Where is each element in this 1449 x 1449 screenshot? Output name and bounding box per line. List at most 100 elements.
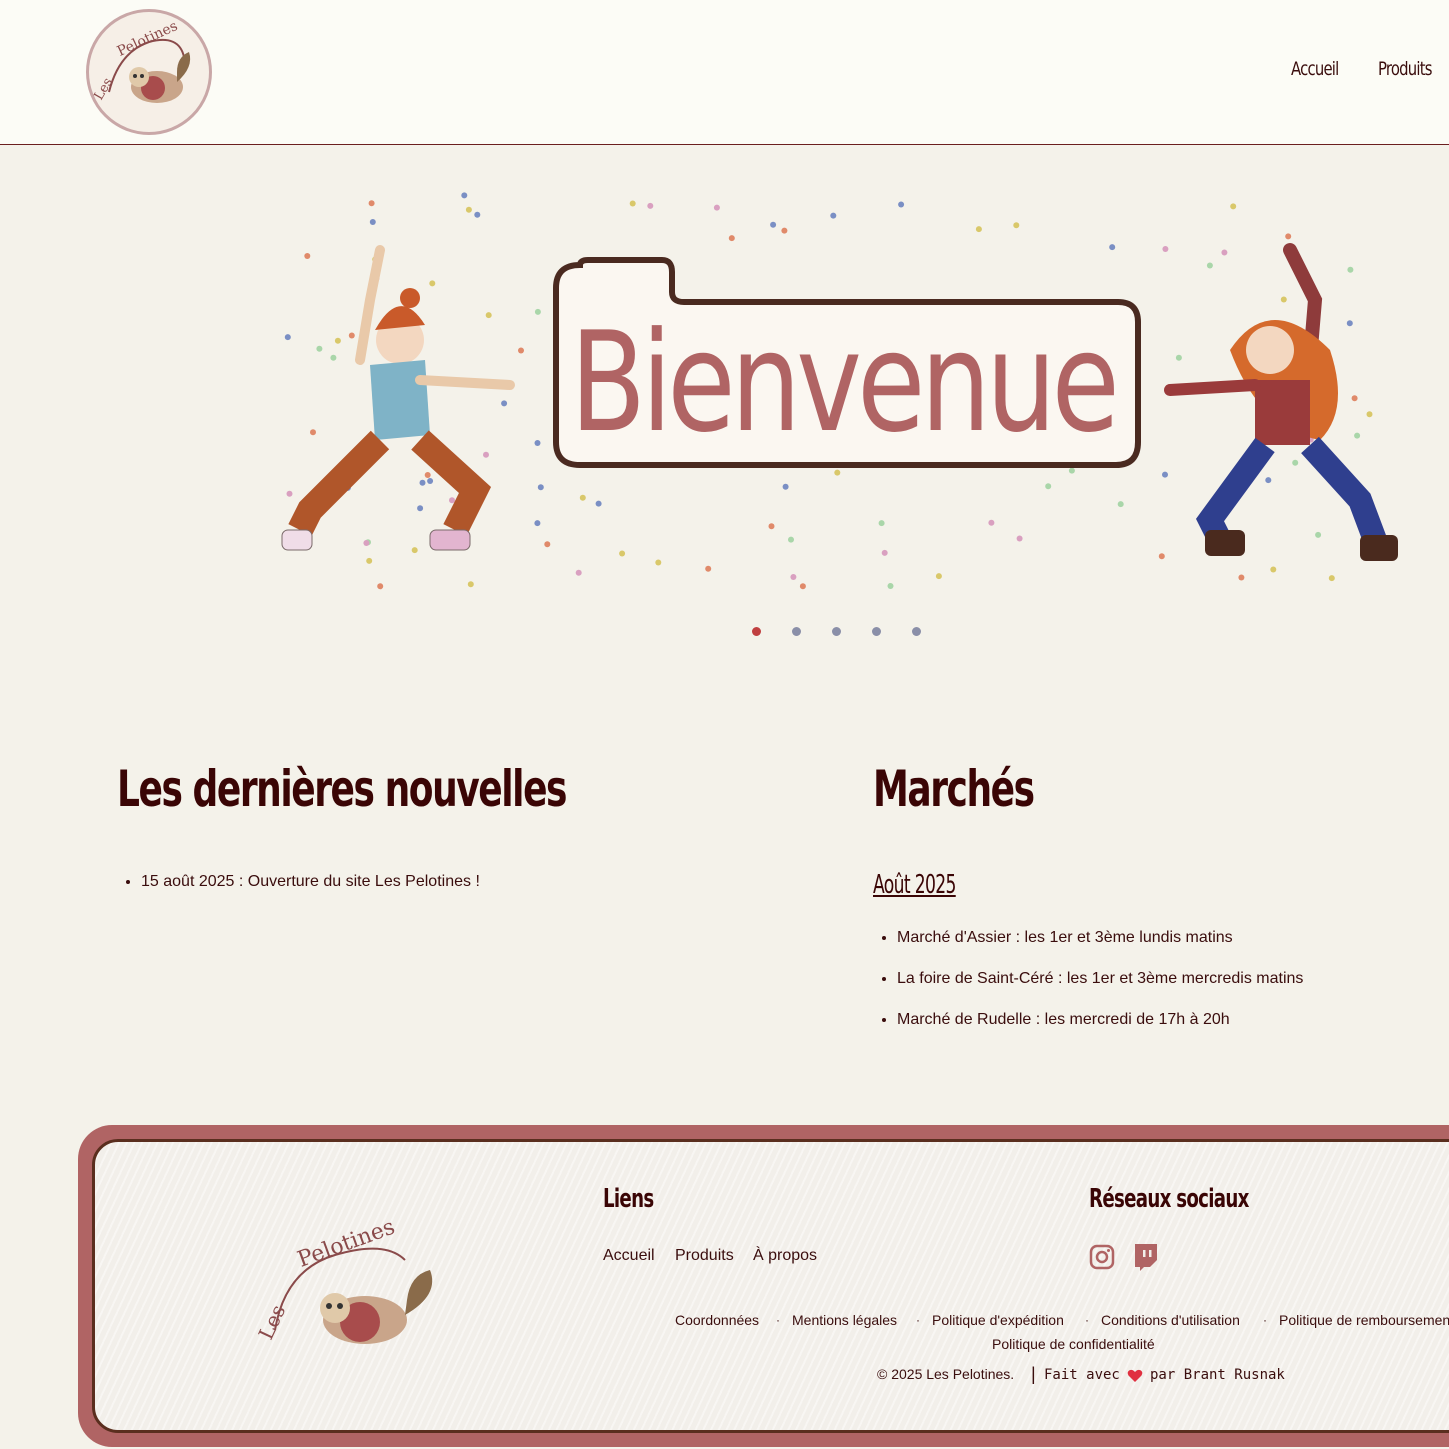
confetti-dot — [799, 583, 806, 590]
confetti-dot — [1347, 266, 1354, 273]
confetti-dot — [898, 201, 905, 208]
logo-illustration: Pelotines Les — [91, 18, 191, 103]
confetti-dot — [1366, 411, 1373, 418]
confetti-dot — [417, 505, 424, 512]
legal-coordonnees[interactable]: Coordonnées — [675, 1312, 759, 1328]
legal-expedition[interactable]: Politique d'expédition — [932, 1312, 1064, 1328]
confetti-dot — [348, 332, 355, 339]
confetti-dot — [1162, 246, 1169, 252]
svg-text:Pelotines: Pelotines — [294, 1220, 398, 1273]
confetti-dot — [467, 581, 474, 588]
carousel-dot-2[interactable] — [792, 627, 801, 636]
hero-banner: Bienvenue — [270, 180, 1410, 600]
footer-link-produits[interactable]: Produits — [675, 1247, 734, 1265]
nav-accueil[interactable]: Accueil — [1291, 58, 1339, 80]
confetti-dot — [449, 497, 455, 504]
confetti-dot — [427, 478, 434, 484]
confetti-dot — [1270, 566, 1277, 573]
market-item: La foire de Saint-Céré : les 1er et 3ème… — [897, 969, 1303, 990]
confetti-dot — [1117, 501, 1124, 508]
carousel-dot-4[interactable] — [872, 627, 881, 636]
left-dancer-illustration — [281, 245, 515, 551]
confetti-dot — [461, 192, 468, 199]
footer-links-title: Liens — [603, 1184, 654, 1214]
confetti-dot — [781, 227, 788, 234]
confetti-dot — [790, 574, 797, 580]
instagram-icon[interactable] — [1089, 1244, 1115, 1270]
footer-panel: Pelotines Les Liens Accueil Produits À p… — [92, 1139, 1449, 1433]
confetti-dot — [1315, 531, 1322, 538]
news-list: 15 août 2025 : Ouverture du site Les Pel… — [117, 872, 480, 893]
carousel-dot-3[interactable] — [832, 627, 841, 636]
confetti-dot — [368, 200, 375, 207]
confetti-dot — [544, 541, 551, 548]
legal-separator: · — [1263, 1313, 1267, 1327]
confetti-dot — [647, 202, 654, 209]
news-item: 15 août 2025 : Ouverture du site Les Pel… — [141, 872, 480, 893]
market-item: Marché de Rudelle : les mercredi de 17h … — [897, 1010, 1303, 1031]
legal-separator: · — [1085, 1313, 1089, 1327]
confetti-dot — [501, 400, 508, 407]
legal-conditions[interactable]: Conditions d'utilisation — [1101, 1312, 1240, 1328]
confetti-dot — [330, 354, 337, 361]
author-credit[interactable]: par Brant Rusnak — [1150, 1367, 1285, 1383]
site-logo[interactable]: Pelotines Les — [86, 9, 212, 135]
markets-title: Marchés — [873, 760, 1035, 818]
confetti-dot — [537, 484, 544, 491]
confetti-dot — [788, 536, 794, 543]
confetti-dot — [1013, 222, 1020, 229]
confetti-dot — [419, 479, 426, 486]
confetti-dot — [518, 347, 524, 354]
confetti-dot — [887, 583, 894, 589]
footer-link-accueil[interactable]: Accueil — [603, 1247, 655, 1265]
footer-link-a-propos[interactable]: À propos — [753, 1247, 817, 1265]
copyright: © 2025 Les Pelotines. — [877, 1366, 1015, 1382]
confetti-dot — [429, 280, 436, 287]
confetti-dot — [1016, 535, 1023, 542]
confetti-dot — [286, 490, 293, 497]
confetti-dot — [1238, 574, 1245, 581]
svg-text:Pelotines: Pelotines — [115, 18, 180, 60]
confetti-dot — [310, 429, 316, 436]
heart-icon — [1127, 1369, 1143, 1382]
confetti-dot — [728, 235, 735, 242]
carousel-dot-5[interactable] — [912, 627, 921, 636]
legal-mentions[interactable]: Mentions légales — [792, 1312, 897, 1328]
confetti-dot — [1162, 471, 1168, 478]
legal-remboursement[interactable]: Politique de remboursement — [1279, 1312, 1449, 1328]
nav-produits[interactable]: Produits — [1378, 58, 1433, 80]
confetti-dot — [975, 226, 982, 233]
confetti-dot — [363, 540, 370, 546]
confetti-dot — [366, 557, 373, 564]
confetti-dot — [1351, 395, 1358, 402]
hero-illustration: Bienvenue — [281, 192, 1398, 590]
confetti-dot — [1328, 575, 1335, 582]
confetti-dot — [881, 549, 888, 556]
confetti-dot — [595, 500, 602, 507]
markets-month: Août 2025 — [873, 870, 956, 900]
confetti-dot — [316, 345, 323, 352]
bienvenue-sign: Bienvenue — [553, 257, 1141, 468]
confetti-dot — [483, 451, 489, 458]
confetti-dot — [988, 519, 995, 526]
confetti-dot — [1206, 262, 1213, 269]
confetti-dot — [534, 308, 541, 315]
confetti-dot — [834, 469, 841, 476]
confetti-dot — [1354, 432, 1361, 439]
confetti-dot — [1068, 467, 1075, 474]
legal-confidentialite[interactable]: Politique de confidentialité — [992, 1336, 1155, 1352]
twitch-icon[interactable] — [1132, 1242, 1160, 1272]
confetti-dot — [534, 520, 541, 527]
confetti-dot — [705, 565, 712, 572]
legal-separator: · — [776, 1313, 780, 1327]
carousel-dot-1[interactable] — [752, 627, 761, 636]
confetti-dot — [629, 200, 636, 207]
confetti-dot — [1285, 233, 1292, 240]
confetti-dot — [369, 219, 376, 225]
confetti-dot — [1175, 354, 1182, 361]
confetti-dot — [1346, 320, 1353, 327]
site-header: Pelotines Les Accueil Produits — [0, 0, 1449, 145]
confetti-dot — [334, 337, 341, 344]
confetti-dot — [1280, 296, 1287, 303]
footer-logo[interactable]: Pelotines Les — [255, 1220, 455, 1360]
